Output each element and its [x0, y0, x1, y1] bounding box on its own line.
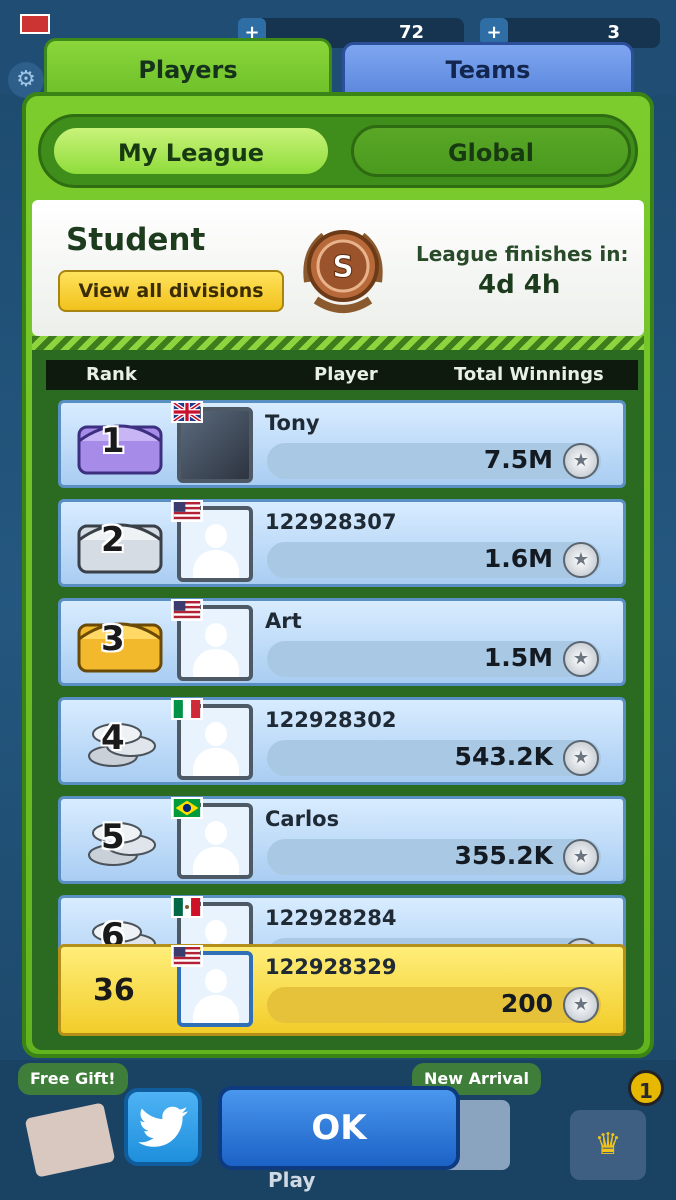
leaderboard-panel: My League Global Student View all divisi…	[22, 92, 654, 1058]
leaderboard-row[interactable]: 5 Carlos 355.2K ★	[58, 796, 626, 884]
player-column-label: Player	[314, 364, 378, 385]
column-header: Rank Player Total Winnings	[46, 360, 638, 390]
coin-icon: ★	[563, 641, 599, 677]
us-flag-icon	[20, 14, 50, 34]
uk-flag-icon	[171, 401, 203, 423]
league-scope-toggle: My League Global	[38, 114, 638, 188]
rank-number: 3	[101, 619, 125, 659]
global-button[interactable]: Global	[351, 125, 631, 177]
winnings-bar: 1.5M ★	[267, 641, 601, 677]
leaderboard-list[interactable]: Rank Player Total Winnings 1 Tony 7.5M ★…	[32, 350, 644, 1050]
twitter-bird-icon	[138, 1106, 188, 1147]
my-winnings-amount: 200	[500, 989, 553, 1018]
my-league-button[interactable]: My League	[51, 125, 331, 177]
rope-divider	[32, 336, 644, 350]
us-flag-icon	[171, 945, 203, 967]
winnings-amount: 1.6M	[483, 544, 553, 573]
player-name: Tony	[265, 411, 320, 435]
player-name: Art	[265, 609, 302, 633]
player-name: 122928302	[265, 708, 397, 732]
player-name: 122928307	[265, 510, 397, 534]
coin-icon: ★	[563, 443, 599, 479]
winnings-amount: 355.2K	[454, 841, 553, 870]
crown-icon[interactable]: ♛	[570, 1110, 646, 1180]
bronze-league-badge-icon: S	[303, 230, 383, 313]
winnings-amount: 1.5M	[483, 643, 553, 672]
leaderboard-row[interactable]: 2 122928307 1.6M ★	[58, 499, 626, 587]
coin-icon: ★	[563, 987, 599, 1023]
rank-number: 1	[101, 421, 125, 461]
free-gift-tag[interactable]: Free Gift!	[18, 1063, 128, 1095]
rank-number: 4	[101, 718, 125, 758]
view-all-divisions-button[interactable]: View all divisions	[58, 270, 284, 312]
winnings-amount: 7.5M	[483, 445, 553, 474]
player-name: 122928284	[265, 906, 397, 930]
league-finish-countdown: 4d 4h	[478, 270, 561, 300]
winnings-bar: 355.2K ★	[267, 839, 601, 875]
coin-icon: ★	[563, 740, 599, 776]
my-player-name: 122928329	[265, 955, 397, 979]
winnings-amount: 543.2K	[454, 742, 553, 771]
twitter-share-button[interactable]	[124, 1088, 202, 1166]
leaderboard-row[interactable]: 1 Tony 7.5M ★	[58, 400, 626, 488]
us-flag-icon	[171, 599, 203, 621]
rank-number: 2	[101, 520, 125, 560]
league-name: Student	[66, 222, 206, 258]
leaderboard-row[interactable]: 3 Art 1.5M ★	[58, 598, 626, 686]
ok-button[interactable]: OK	[218, 1086, 460, 1170]
mexico-flag-icon	[171, 896, 203, 918]
my-rank-number: 36	[93, 973, 135, 1008]
my-rank-row[interactable]: 36 122928329 200 ★	[58, 944, 626, 1036]
rank-column-label: Rank	[86, 364, 137, 385]
league-finish-label: League finishes in:	[416, 242, 629, 266]
my-winnings-bar: 200 ★	[267, 987, 601, 1023]
rank-number: 5	[101, 817, 125, 857]
player-name: Carlos	[265, 807, 340, 831]
tab-teams[interactable]: Teams	[342, 42, 634, 96]
us-flag-icon	[171, 500, 203, 522]
italy-flag-icon	[171, 698, 203, 720]
leaderboard-row[interactable]: 4 122928302 543.2K ★	[58, 697, 626, 785]
winnings-column-label: Total Winnings	[454, 364, 604, 385]
notification-badge: 1	[628, 1070, 664, 1106]
badge-letter: S	[332, 250, 354, 285]
winnings-bar: 543.2K ★	[267, 740, 601, 776]
play-label[interactable]: Play	[268, 1168, 315, 1192]
coin-icon: ★	[563, 542, 599, 578]
league-info-card: Student View all divisions S League fini…	[32, 200, 644, 336]
winnings-bar: 7.5M ★	[267, 443, 601, 479]
winnings-bar: 1.6M ★	[267, 542, 601, 578]
coin-icon: ★	[563, 839, 599, 875]
brazil-flag-icon	[171, 797, 203, 819]
